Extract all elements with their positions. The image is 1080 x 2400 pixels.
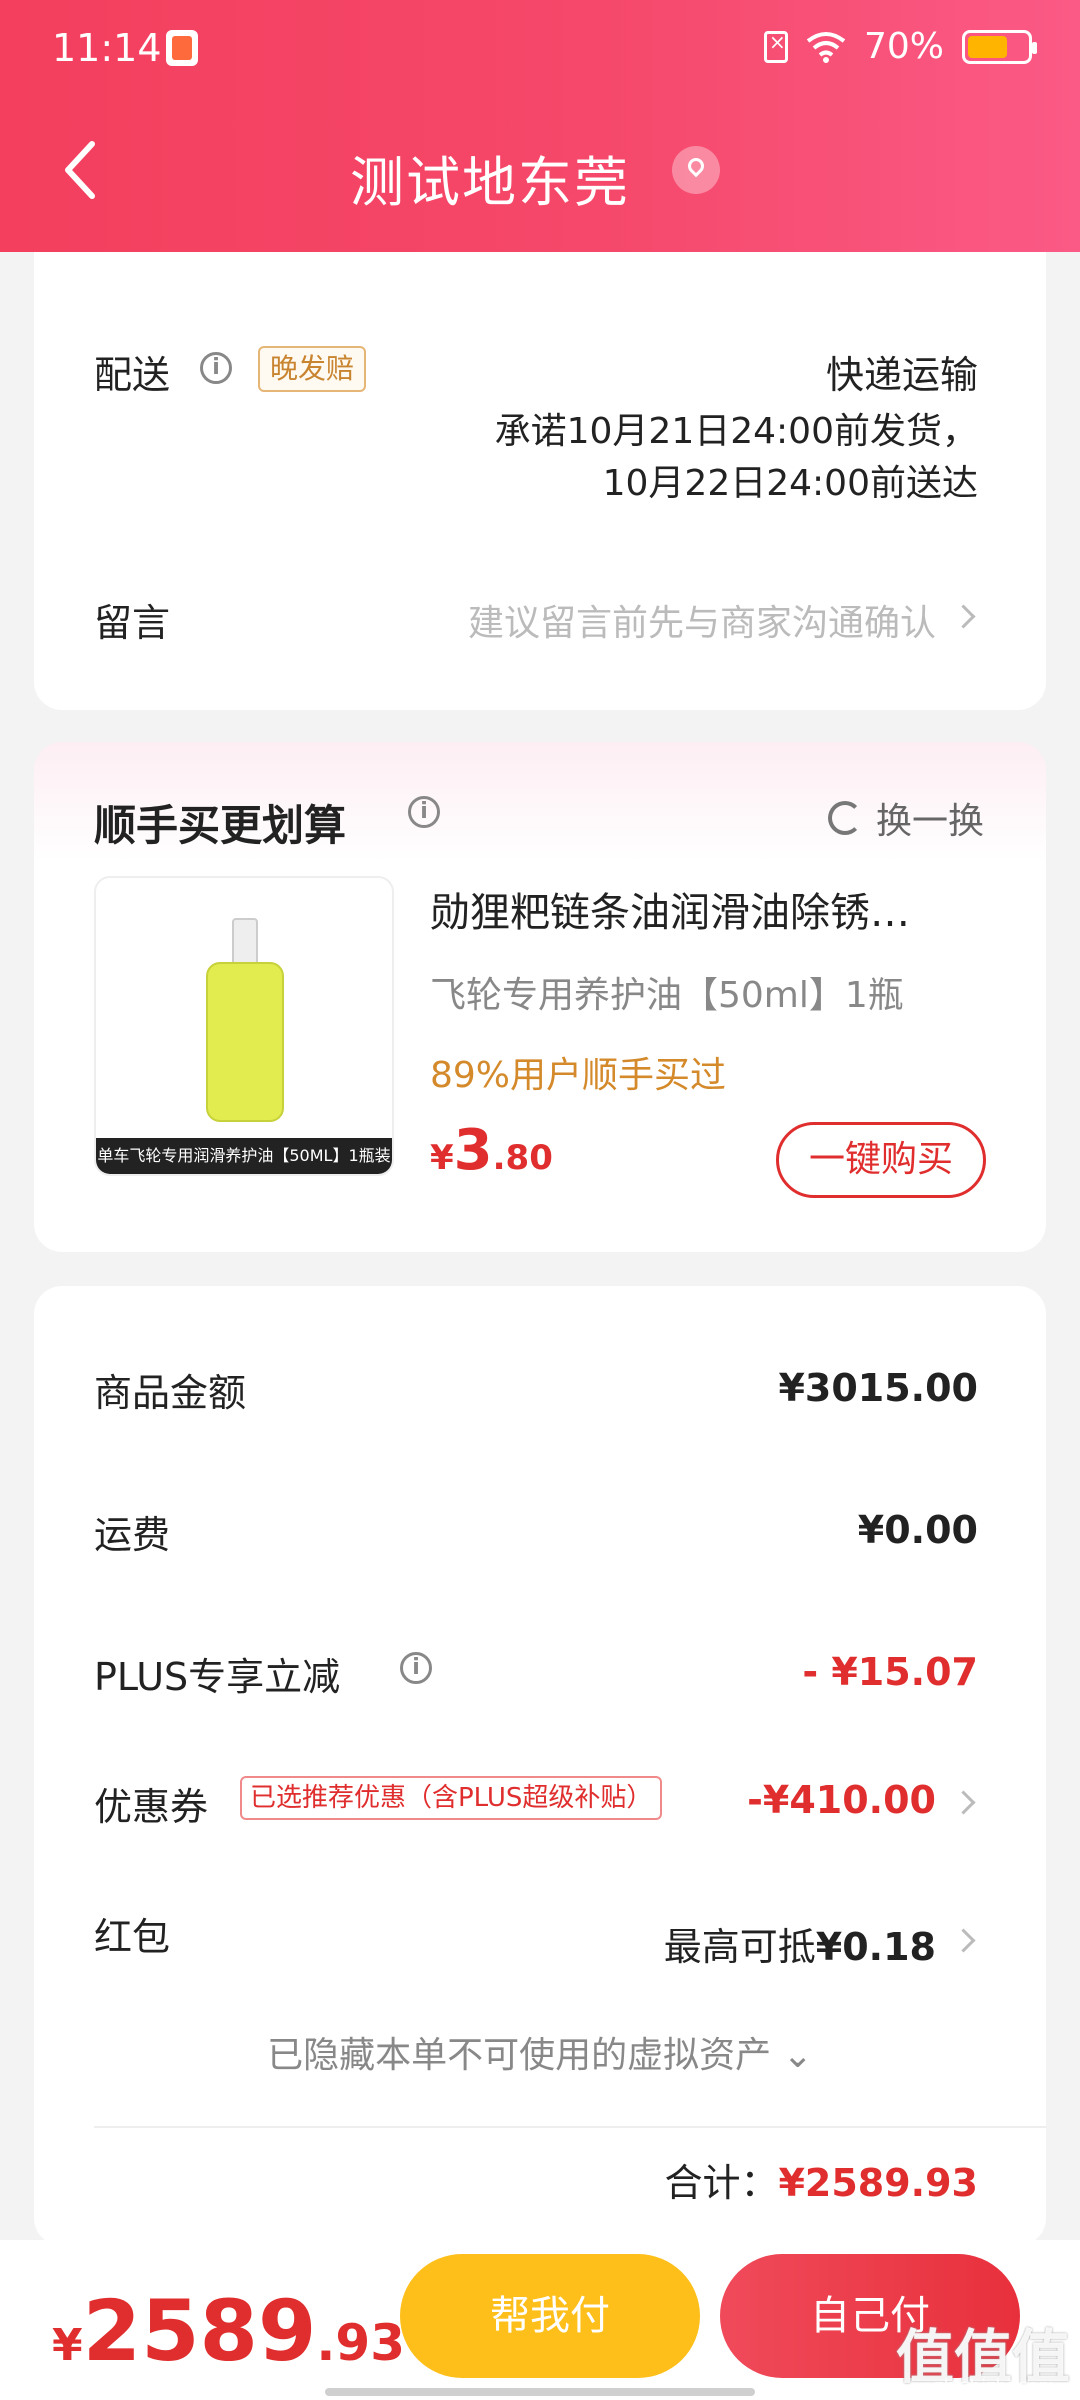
- no-sim-icon: [763, 30, 788, 63]
- message-label: 留言: [94, 601, 171, 645]
- message-input[interactable]: 建议留言前先与商家沟通确认: [468, 594, 936, 646]
- app-notification-icon: [166, 30, 198, 66]
- home-indicator: [325, 2388, 755, 2396]
- pay-amount: ¥2589.93: [52, 2282, 405, 2380]
- refresh-icon: [827, 801, 862, 835]
- deliver-by-text: 10月22日24:00前送达: [602, 463, 978, 504]
- late-compensation-badge: 晚发赔: [258, 346, 367, 392]
- swap-button[interactable]: 换一换: [827, 792, 984, 844]
- recommend-card: 顺手买更划算 i 换一换 单车飞轮专用润滑养护油【50ML】1瓶装 勋狸粑链条油…: [34, 742, 1046, 1252]
- battery-icon: [962, 29, 1037, 64]
- goods-amount-value: ¥3015.00: [778, 1366, 978, 1410]
- delivery-card: 配送 i 晚发赔 快递运输 承诺10月21日24:00前发货， 10月22日24…: [34, 210, 1046, 710]
- chevron-right-icon: [951, 604, 976, 629]
- product-name[interactable]: 勋狸粑链条油润滑油除锈…: [430, 880, 1010, 938]
- chevron-down-icon: ⌄: [782, 2035, 813, 2076]
- chevron-right-icon: [951, 1790, 976, 1815]
- order-total: 合计：¥2589.93: [664, 2161, 978, 2205]
- product-spec: 飞轮专用养护油【50ml】1瓶: [430, 975, 904, 1016]
- one-click-buy-button[interactable]: 一键购买: [776, 1122, 986, 1198]
- ship-by-text: 承诺10月21日24:00前发货，: [494, 411, 978, 452]
- battery-percent: 70%: [863, 26, 944, 67]
- back-arrow-icon[interactable]: [60, 140, 100, 200]
- wifi-icon: [806, 31, 846, 63]
- divider: [94, 2126, 1046, 2128]
- chevron-right-icon: [951, 1928, 976, 1953]
- recommend-title: 顺手买更划算: [94, 801, 347, 850]
- plus-discount-label: PLUS专享立减: [94, 1655, 341, 1699]
- watermark-url: zhizhizhi.com: [934, 2376, 1056, 2397]
- battery-level: [968, 35, 1007, 58]
- info-icon[interactable]: i: [200, 352, 232, 384]
- header: 11:14 70% 测试地东莞: [0, 0, 1080, 252]
- product-price: ¥3.80: [430, 1118, 553, 1183]
- shipping-value: ¥0.00: [857, 1508, 978, 1552]
- swap-label: 换一换: [875, 801, 984, 842]
- status-icons: 70%: [763, 26, 1037, 67]
- delivery-promise: 承诺10月21日24:00前发货， 10月22日24:00前送达: [495, 406, 978, 510]
- product-social-proof: 89%用户顺手买过: [430, 1055, 727, 1096]
- location-pin-icon[interactable]: [672, 146, 720, 194]
- goods-amount-label: 商品金额: [94, 1371, 247, 1415]
- help-me-pay-button[interactable]: 帮我付: [400, 2254, 700, 2378]
- status-time: 11:14: [52, 26, 162, 70]
- coupon-selected-badge: 已选推荐优惠（含PLUS超级补贴）: [240, 1776, 663, 1820]
- coupon-label: 优惠券: [94, 1785, 209, 1829]
- coupon-value[interactable]: -¥410.00: [747, 1778, 936, 1822]
- shipping-label: 运费: [94, 1513, 171, 1557]
- bottle-illustration: [206, 918, 284, 1122]
- delivery-label: 配送: [94, 353, 171, 397]
- page-title: 测试地东莞: [350, 151, 630, 214]
- info-icon[interactable]: i: [408, 796, 440, 828]
- product-image[interactable]: 单车飞轮专用润滑养护油【50ML】1瓶装: [94, 876, 394, 1176]
- hidden-assets-toggle[interactable]: 已隐藏本单不可使用的虚拟资产 ⌄: [34, 2026, 1046, 2078]
- price-summary-card: 商品金额 ¥3015.00 运费 ¥0.00 PLUS专享立减 i - ¥15.…: [34, 1286, 1046, 2246]
- red-packet-value[interactable]: 最高可抵¥0.18: [664, 1916, 936, 1971]
- red-packet-label: 红包: [94, 1915, 171, 1959]
- delivery-method: 快递运输: [825, 353, 978, 397]
- info-icon[interactable]: i: [400, 1652, 432, 1684]
- product-image-caption: 单车飞轮专用润滑养护油【50ML】1瓶装: [96, 1138, 392, 1174]
- plus-discount-value: - ¥15.07: [802, 1650, 978, 1694]
